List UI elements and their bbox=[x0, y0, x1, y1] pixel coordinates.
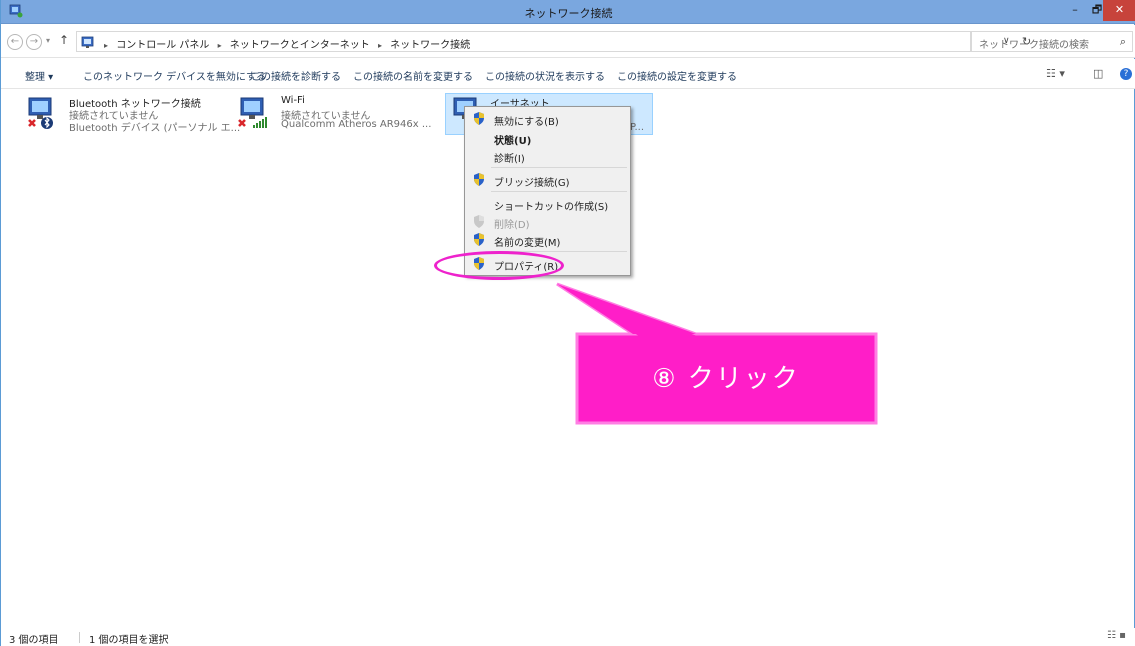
wifi-adapter-icon bbox=[238, 97, 267, 128]
recent-locations-chevron-icon[interactable]: ▾ bbox=[46, 36, 50, 45]
menu-label: 名前の変更(M) bbox=[494, 238, 561, 249]
explorer-window: ネットワーク接続 – 🗗 ✕ ← → ▾ ↑ ▸ コントロール パネル ▸ ネッ… bbox=[0, 0, 1135, 646]
item-count: 3 個の項目 bbox=[9, 635, 59, 646]
annotation-label: ⑧ クリック bbox=[652, 364, 800, 394]
breadcrumb: ▸ コントロール パネル ▸ ネットワークとインターネット ▸ ネットワーク接続 bbox=[99, 36, 470, 51]
list-item-bluetooth[interactable]: Bluetooth ネットワーク接続 接続されていません Bluetooth デ… bbox=[25, 94, 240, 134]
breadcrumb-network-internet[interactable]: ネットワークとインターネット bbox=[230, 40, 370, 51]
menu-item-disable[interactable]: 無効にする(B) bbox=[467, 109, 628, 129]
address-bar[interactable]: ▸ コントロール パネル ▸ ネットワークとインターネット ▸ ネットワーク接続… bbox=[76, 31, 1031, 52]
forward-button[interactable]: → bbox=[26, 34, 42, 50]
view-toggle-icons[interactable]: ☷ ▪ bbox=[1107, 630, 1126, 641]
menu-item-bridge[interactable]: ブリッジ接続(G) bbox=[467, 170, 628, 190]
item-name: Wi-Fi bbox=[281, 95, 305, 106]
selected-count: 1 個の項目を選択 bbox=[89, 635, 169, 646]
preview-pane-icon[interactable]: ◫ bbox=[1093, 67, 1103, 80]
back-button[interactable]: ← bbox=[7, 34, 23, 50]
minimize-button[interactable]: – bbox=[1065, 0, 1085, 21]
diagnose-button[interactable]: この接続を診断する bbox=[251, 68, 341, 83]
help-icon[interactable]: ? bbox=[1120, 68, 1132, 80]
item-device: P... bbox=[630, 122, 645, 133]
organize-button[interactable]: 整理 ▾ bbox=[25, 68, 53, 83]
close-button[interactable]: ✕ bbox=[1103, 0, 1135, 21]
address-row: ← → ▾ ↑ ▸ コントロール パネル ▸ ネットワークとインターネット ▸ … bbox=[1, 25, 1135, 58]
menu-item-rename[interactable]: 名前の変更(M) bbox=[467, 230, 628, 250]
search-placeholder: ネットワーク接続の検索 bbox=[979, 40, 1089, 51]
control-panel-icon bbox=[81, 36, 94, 48]
menu-item-diagnose[interactable]: 診断(I) bbox=[467, 146, 628, 166]
menu-label: 削除(D) bbox=[494, 220, 530, 231]
disable-device-button[interactable]: このネットワーク デバイスを無効にする bbox=[83, 68, 266, 83]
change-settings-button[interactable]: この接続の設定を変更する bbox=[617, 68, 737, 83]
menu-label: 無効にする(B) bbox=[494, 117, 559, 128]
menu-separator bbox=[491, 167, 627, 168]
list-item-wifi[interactable]: Wi-Fi 接続されていません Qualcomm Atheros AR946x … bbox=[237, 94, 437, 132]
uac-shield-icon bbox=[474, 233, 484, 246]
command-bar: 整理 ▾ このネットワーク デバイスを無効にする この接続を診断する この接続の… bbox=[1, 59, 1135, 89]
breadcrumb-control-panel[interactable]: コントロール パネル bbox=[116, 40, 209, 51]
breadcrumb-separator: ▸ bbox=[104, 41, 109, 50]
uac-shield-icon bbox=[474, 112, 484, 125]
menu-label: ブリッジ接続(G) bbox=[494, 178, 570, 189]
menu-label: 状態(U) bbox=[494, 136, 532, 147]
view-status-button[interactable]: この接続の状況を表示する bbox=[485, 68, 605, 83]
status-separator bbox=[79, 632, 80, 643]
search-input[interactable]: ネットワーク接続の検索 ⌕ bbox=[971, 31, 1133, 52]
item-device: Qualcomm Atheros AR946x ... bbox=[281, 119, 432, 130]
menu-label: 診断(I) bbox=[494, 154, 525, 165]
menu-item-status[interactable]: 状態(U) bbox=[467, 128, 628, 148]
menu-item-delete: 削除(D) bbox=[467, 212, 628, 232]
search-icon[interactable]: ⌕ bbox=[1120, 35, 1126, 49]
rename-button[interactable]: この接続の名前を変更する bbox=[353, 68, 473, 83]
uac-shield-icon bbox=[474, 173, 484, 186]
window-title: ネットワーク接続 bbox=[524, 7, 613, 20]
network-adapter-icon bbox=[28, 97, 53, 129]
uac-shield-disabled-icon bbox=[474, 215, 484, 228]
breadcrumb-separator: ▸ bbox=[377, 41, 382, 50]
breadcrumb-separator: ▸ bbox=[217, 41, 222, 50]
item-device: Bluetooth デバイス (パーソナル エ... bbox=[69, 123, 241, 134]
status-bar: 3 個の項目 1 個の項目を選択 ☷ ▪ bbox=[1, 628, 1135, 646]
breadcrumb-network-connections[interactable]: ネットワーク接続 bbox=[390, 40, 470, 51]
menu-separator bbox=[491, 191, 627, 192]
menu-item-create-shortcut[interactable]: ショートカットの作成(S) bbox=[467, 194, 628, 214]
menu-label: ショートカットの作成(S) bbox=[494, 202, 609, 213]
title-bar[interactable]: ネットワーク接続 – 🗗 ✕ bbox=[1, 0, 1135, 24]
up-button[interactable]: ↑ bbox=[59, 33, 69, 47]
view-options-icon[interactable]: ☷ ▾ bbox=[1046, 67, 1065, 80]
